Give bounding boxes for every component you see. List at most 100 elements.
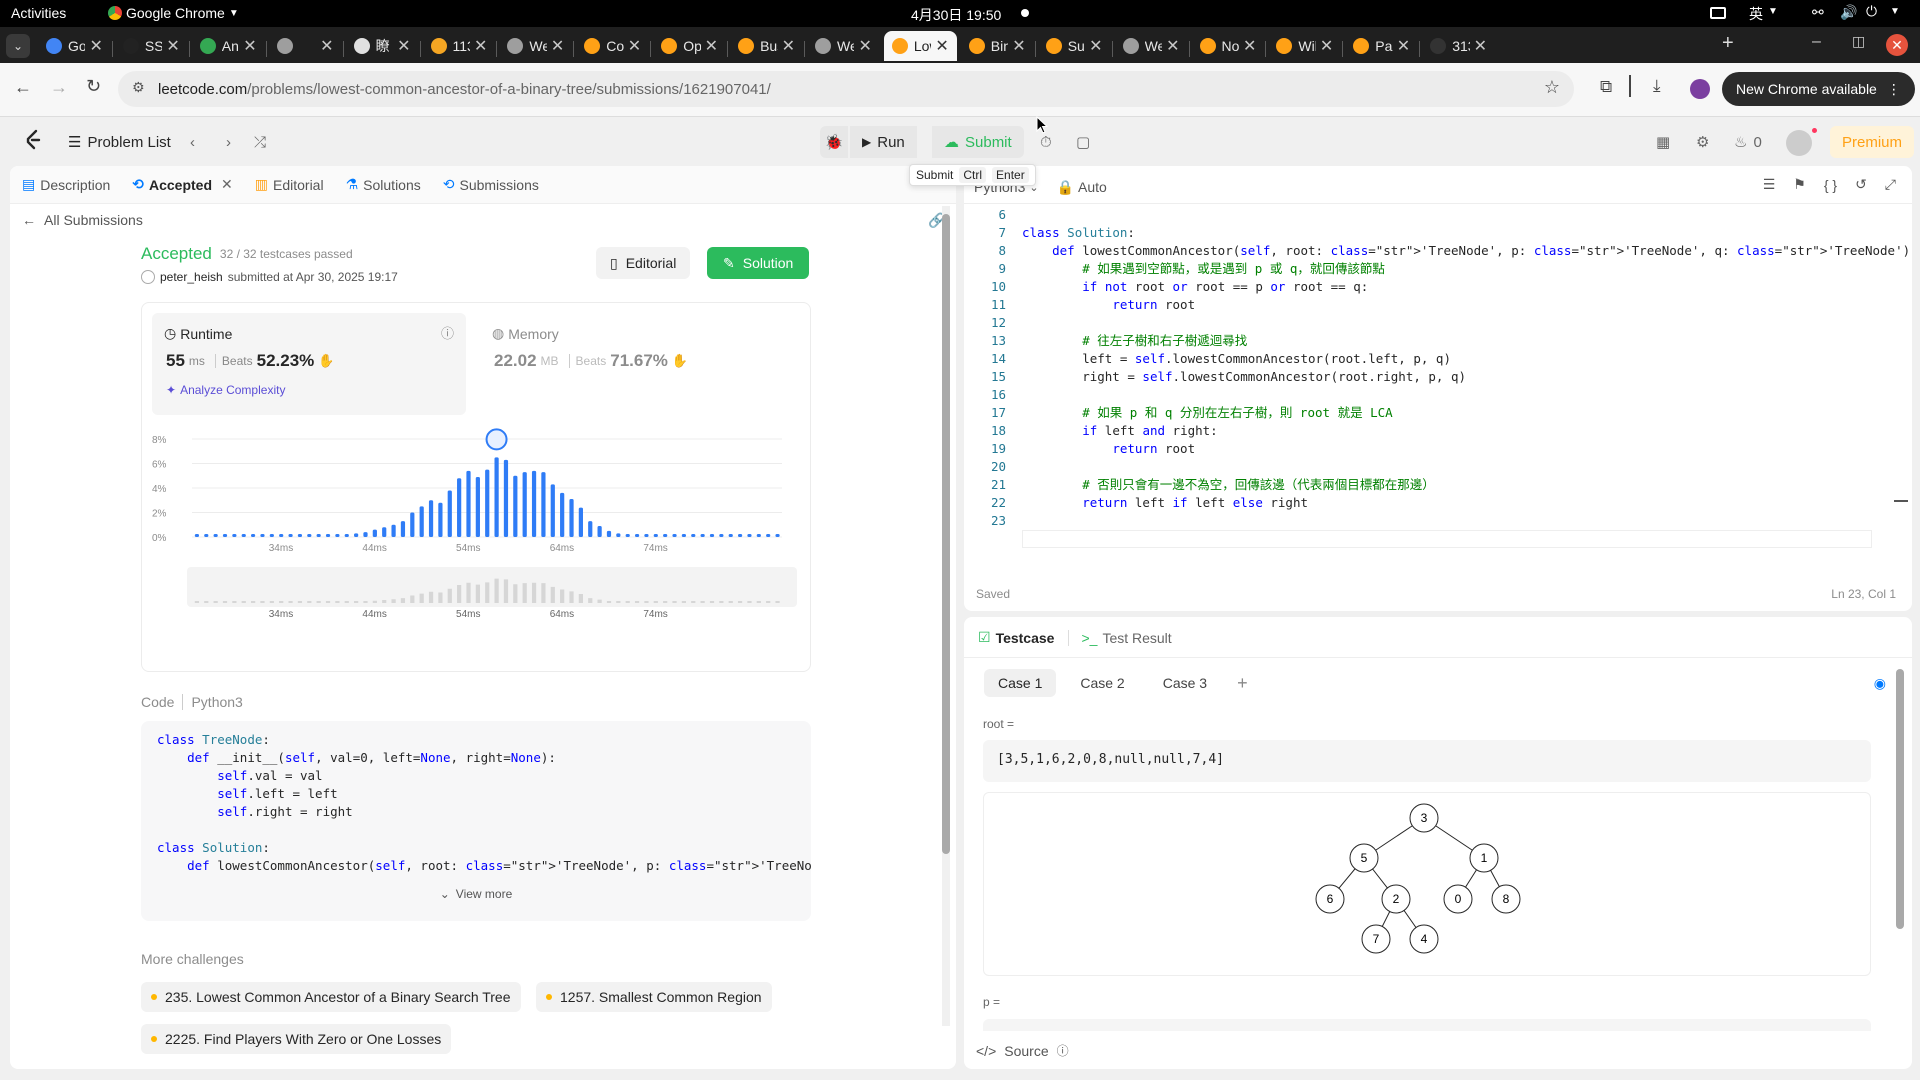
browser-tab[interactable]: Bus✕ [730, 31, 803, 61]
histogram-bar[interactable] [663, 534, 668, 537]
volume-icon[interactable]: 🔊 [1840, 4, 1857, 21]
close-tab-icon[interactable]: ✕ [1012, 36, 1025, 56]
site-info-icon[interactable]: ⚙ [132, 79, 145, 96]
histogram-bar[interactable] [428, 500, 434, 537]
browser-tab[interactable]: Low✕ [883, 31, 957, 61]
histogram-bar[interactable] [466, 470, 471, 537]
input-method[interactable]: 英 [1749, 4, 1763, 24]
close-tab-icon[interactable]: ✕ [1089, 36, 1102, 56]
histogram-bar[interactable] [363, 532, 368, 537]
histogram-bar[interactable] [241, 534, 246, 537]
auto-mode[interactable]: 🔒 Auto [1057, 179, 1107, 196]
histogram-bar[interactable] [279, 534, 284, 537]
solution-button[interactable]: ✎ Solution [707, 247, 810, 279]
histogram-bar[interactable] [372, 529, 377, 537]
browser-tab[interactable]: We ✕ [1115, 31, 1188, 61]
address-bar[interactable]: ⚙ leetcode.com/problems/lowest-common-an… [118, 71, 1574, 107]
close-tab-icon[interactable]: ✕ [782, 36, 795, 56]
browser-tab[interactable]: 瞭 ✕ [346, 31, 419, 61]
view-more-button[interactable]: ⌄ View more [141, 887, 811, 901]
tab-testcase[interactable]: ☑ Testcase [978, 629, 1054, 646]
histogram-bar[interactable] [260, 534, 265, 537]
histogram-bar[interactable] [307, 534, 312, 537]
download-icon[interactable]: ⤓ [1653, 76, 1661, 96]
run-button[interactable]: ▶ Run [850, 126, 917, 158]
tab-accepted[interactable]: ⟲ Accepted ✕ [132, 176, 233, 193]
debug-button[interactable]: 🐞 [820, 126, 848, 158]
close-tab-icon[interactable]: ✕ [166, 36, 179, 56]
close-tab-icon[interactable]: ✕ [1243, 36, 1256, 56]
close-icon[interactable]: ✕ [221, 176, 233, 193]
scrollbar-track[interactable] [942, 206, 950, 1026]
histogram-bar[interactable] [616, 533, 621, 537]
extensions-icon[interactable]: ⧉ [1600, 77, 1612, 97]
histogram-bar[interactable] [400, 521, 406, 537]
memory-box[interactable]: ◍ Memory 22.02 MB Beats 71.67% ✋ [480, 313, 780, 415]
close-tab-icon[interactable]: ✕ [474, 36, 487, 56]
add-case-icon[interactable]: + [1231, 673, 1248, 694]
profile-avatar[interactable] [1690, 79, 1710, 99]
close-tab-icon[interactable]: ✕ [89, 36, 102, 56]
histogram-bar[interactable] [251, 534, 256, 537]
close-tab-icon[interactable]: ✕ [397, 36, 410, 56]
histogram-bar[interactable] [354, 533, 359, 537]
close-tab-icon[interactable]: ✕ [243, 36, 256, 56]
browser-tab[interactable]: Goo✕ [38, 31, 111, 61]
histogram-bar[interactable] [569, 499, 574, 537]
histogram-bar[interactable] [457, 478, 462, 537]
braces-icon[interactable]: { } [1824, 177, 1837, 193]
histogram-bar[interactable] [634, 534, 640, 537]
histogram-bar[interactable] [382, 527, 387, 537]
case-tab[interactable]: Case 2 [1066, 669, 1138, 697]
histogram-bar[interactable] [691, 534, 696, 537]
histogram-bar[interactable] [232, 534, 237, 537]
network-icon[interactable]: ⚯ [1812, 4, 1824, 21]
browser-tab[interactable]: We ✕ [807, 31, 880, 61]
histogram-bar[interactable] [222, 534, 228, 537]
histogram-bar[interactable] [194, 534, 200, 537]
histogram-bar[interactable] [297, 534, 303, 537]
runtime-distribution-chart[interactable]: 8% 6% 4% 2% 0% 34ms 44ms 54ms 64ms 74ms 34ms 44ms 54… [142, 423, 810, 673]
submit-button[interactable]: ☁ Submit [932, 126, 1024, 158]
histogram-bar[interactable] [531, 470, 537, 537]
histogram-bar[interactable] [335, 534, 340, 537]
case-tab[interactable]: Case 3 [1149, 669, 1221, 697]
histogram-bar[interactable] [213, 534, 218, 537]
browser-tab[interactable]: Bin ✕ [961, 31, 1034, 61]
maximize-button[interactable]: ◫ [1852, 33, 1865, 50]
info-icon[interactable]: ⓘ [441, 323, 454, 342]
root-input[interactable]: [3,5,1,6,2,0,8,null,null,7,4] [983, 740, 1871, 782]
browser-tab[interactable]: Coi✕ [576, 31, 649, 61]
eye-icon[interactable]: ◉ [1874, 675, 1886, 692]
expand-icon[interactable]: ⤢ [1885, 176, 1896, 193]
tab-description[interactable]: ▤ Description [22, 176, 110, 193]
histogram-bar[interactable] [728, 534, 733, 537]
source-button[interactable]: </> Source ⓘ [976, 1042, 1069, 1059]
close-tab-icon[interactable]: ✕ [1474, 36, 1487, 56]
runtime-box[interactable]: ◷ Runtime ⓘ 55 ms Beats 52.23% ✋ ✦ Analyze… [152, 313, 466, 415]
browser-tab[interactable]: Pai✕ [1345, 31, 1418, 61]
reload-icon[interactable]: ↻ [86, 76, 101, 97]
activities-button[interactable]: Activities [11, 5, 66, 21]
premium-button[interactable]: Premium [1830, 126, 1915, 158]
histogram-bar[interactable] [766, 534, 771, 537]
histogram-bar[interactable] [391, 524, 396, 537]
forward-icon[interactable]: → [50, 77, 68, 98]
browser-tab[interactable]: SSH✕ [115, 31, 188, 61]
scrollbar-thumb[interactable] [942, 214, 950, 854]
browser-tab[interactable]: ✕ [269, 31, 342, 61]
histogram-bar[interactable] [269, 534, 274, 537]
reset-icon[interactable]: ↺ [1855, 176, 1867, 193]
histogram-bar[interactable] [288, 534, 293, 537]
format-icon[interactable]: ☰ [1763, 176, 1776, 193]
bookmark-icon[interactable]: ⚑ [1793, 176, 1806, 193]
close-tab-icon[interactable]: ✕ [1397, 36, 1410, 56]
histogram-bar[interactable] [316, 534, 321, 537]
range-slider[interactable] [187, 567, 797, 607]
histogram-bar[interactable] [503, 459, 509, 537]
histogram-bar[interactable] [672, 534, 677, 537]
update-chrome-button[interactable]: New Chrome available ⋮ [1722, 72, 1915, 106]
tab-test-result[interactable]: >_ Test Result [1068, 629, 1172, 646]
leetcode-logo-icon[interactable] [24, 129, 42, 151]
histogram-bar[interactable] [541, 472, 546, 537]
